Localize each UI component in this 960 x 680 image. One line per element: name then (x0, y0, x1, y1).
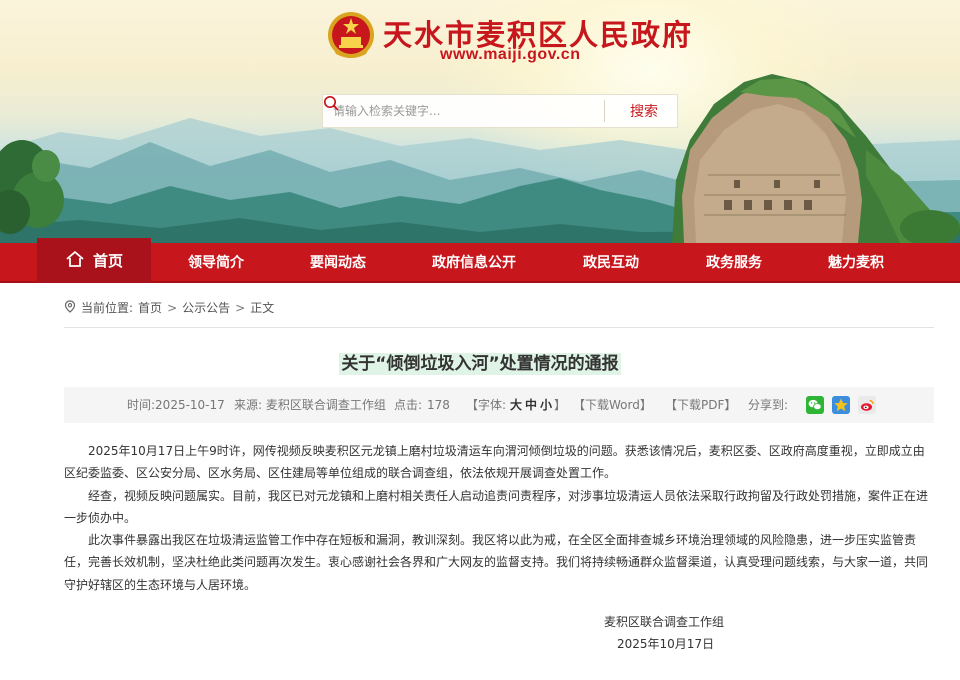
share-label: 分享到: (748, 398, 789, 412)
wechat-icon[interactable] (806, 396, 824, 414)
nav-item-news[interactable]: 要闻动态 (310, 243, 366, 283)
breadcrumb-notices[interactable]: 公示公告 (182, 299, 230, 316)
font-size-small[interactable]: 小 (540, 387, 552, 423)
article-signature: 麦积区联合调查工作组 (604, 615, 725, 629)
download-word-link[interactable]: 【下载Word】 (573, 387, 652, 423)
breadcrumb-prefix: 当前位置: (81, 301, 134, 315)
article-paragraph: 经查，视频反映问题属实。目前，我区已对元龙镇和上磨村相关责任人启动追责问责程序，… (64, 488, 929, 525)
site-url[interactable]: www.maiji.gov.cn (440, 46, 580, 64)
breadcrumb-separator: > (167, 300, 178, 315)
meta-font-end: 】 (554, 398, 567, 412)
banner-tree-left (0, 140, 64, 234)
home-icon (65, 250, 85, 272)
download-pdf-link[interactable]: 【下载PDF】 (665, 387, 736, 423)
article-date: 2025年10月17日 (617, 637, 715, 651)
breadcrumb-current: 正文 (250, 301, 275, 315)
article-paragraph: 此次事件暴露出我区在垃圾清运监管工作中存在短板和漏洞，教训深刻。我区将以此为戒，… (64, 533, 929, 592)
article-title: 关于“倾倒垃圾入河”处置情况的通报 (339, 353, 621, 375)
meta-clicks-count: 178 (427, 398, 450, 412)
article-paragraph: 2025年10月17日上午9时许，网传视频反映麦积区元龙镇上磨村垃圾清运车向渭河… (64, 444, 925, 481)
article-meta-bar: 时间:2025-10-17 来源: 麦积区联合调查工作组 点击: 178 【字体… (64, 387, 934, 423)
main-nav: 首页 领导简介 要闻动态 政府信息公开 政民互动 政务服务 魅力麦积 (0, 238, 960, 283)
meta-clicks-label: 点击: (394, 398, 423, 412)
nav-item-interaction[interactable]: 政民互动 (583, 243, 639, 283)
nav-item-charm[interactable]: 魅力麦积 (828, 243, 884, 283)
font-size-large[interactable]: 大 (510, 387, 522, 423)
search-input[interactable] (323, 95, 604, 127)
meta-time: 时间:2025-10-17 (127, 398, 225, 412)
nav-item-leaders[interactable]: 领导简介 (188, 243, 244, 283)
breadcrumb-separator: > (235, 300, 246, 315)
nav-item-home[interactable]: 首页 (37, 238, 151, 283)
article-body: 2025年10月17日上午9时许，网传视频反映麦积区元龙镇上磨村垃圾清运车向渭河… (64, 440, 934, 596)
meta-font-label: 【字体: (466, 398, 507, 412)
header-banner: 天水市麦积区人民政府 www.maiji.gov.cn 搜索 (0, 0, 960, 243)
breadcrumb: 当前位置: 首页 > 公示公告 > 正文 (64, 299, 274, 316)
location-icon (64, 299, 76, 316)
search-button[interactable]: 搜索 (323, 95, 677, 127)
meta-source: 来源: 麦积区联合调查工作组 (234, 398, 386, 412)
search-button-label: 搜索 (630, 104, 658, 120)
breadcrumb-divider (64, 327, 934, 328)
weibo-icon[interactable] (858, 396, 876, 414)
nav-item-gov-info[interactable]: 政府信息公开 (432, 243, 516, 283)
breadcrumb-home[interactable]: 首页 (138, 299, 162, 316)
nav-item-services[interactable]: 政务服务 (706, 243, 762, 283)
national-emblem-icon (326, 10, 376, 62)
font-size-medium[interactable]: 中 (525, 387, 537, 423)
search-box: 搜索 (322, 94, 678, 128)
qzone-icon[interactable] (832, 396, 850, 414)
nav-item-home-label: 首页 (92, 252, 123, 270)
article-title-wrap: 关于“倾倒垃圾入河”处置情况的通报 (0, 349, 960, 375)
